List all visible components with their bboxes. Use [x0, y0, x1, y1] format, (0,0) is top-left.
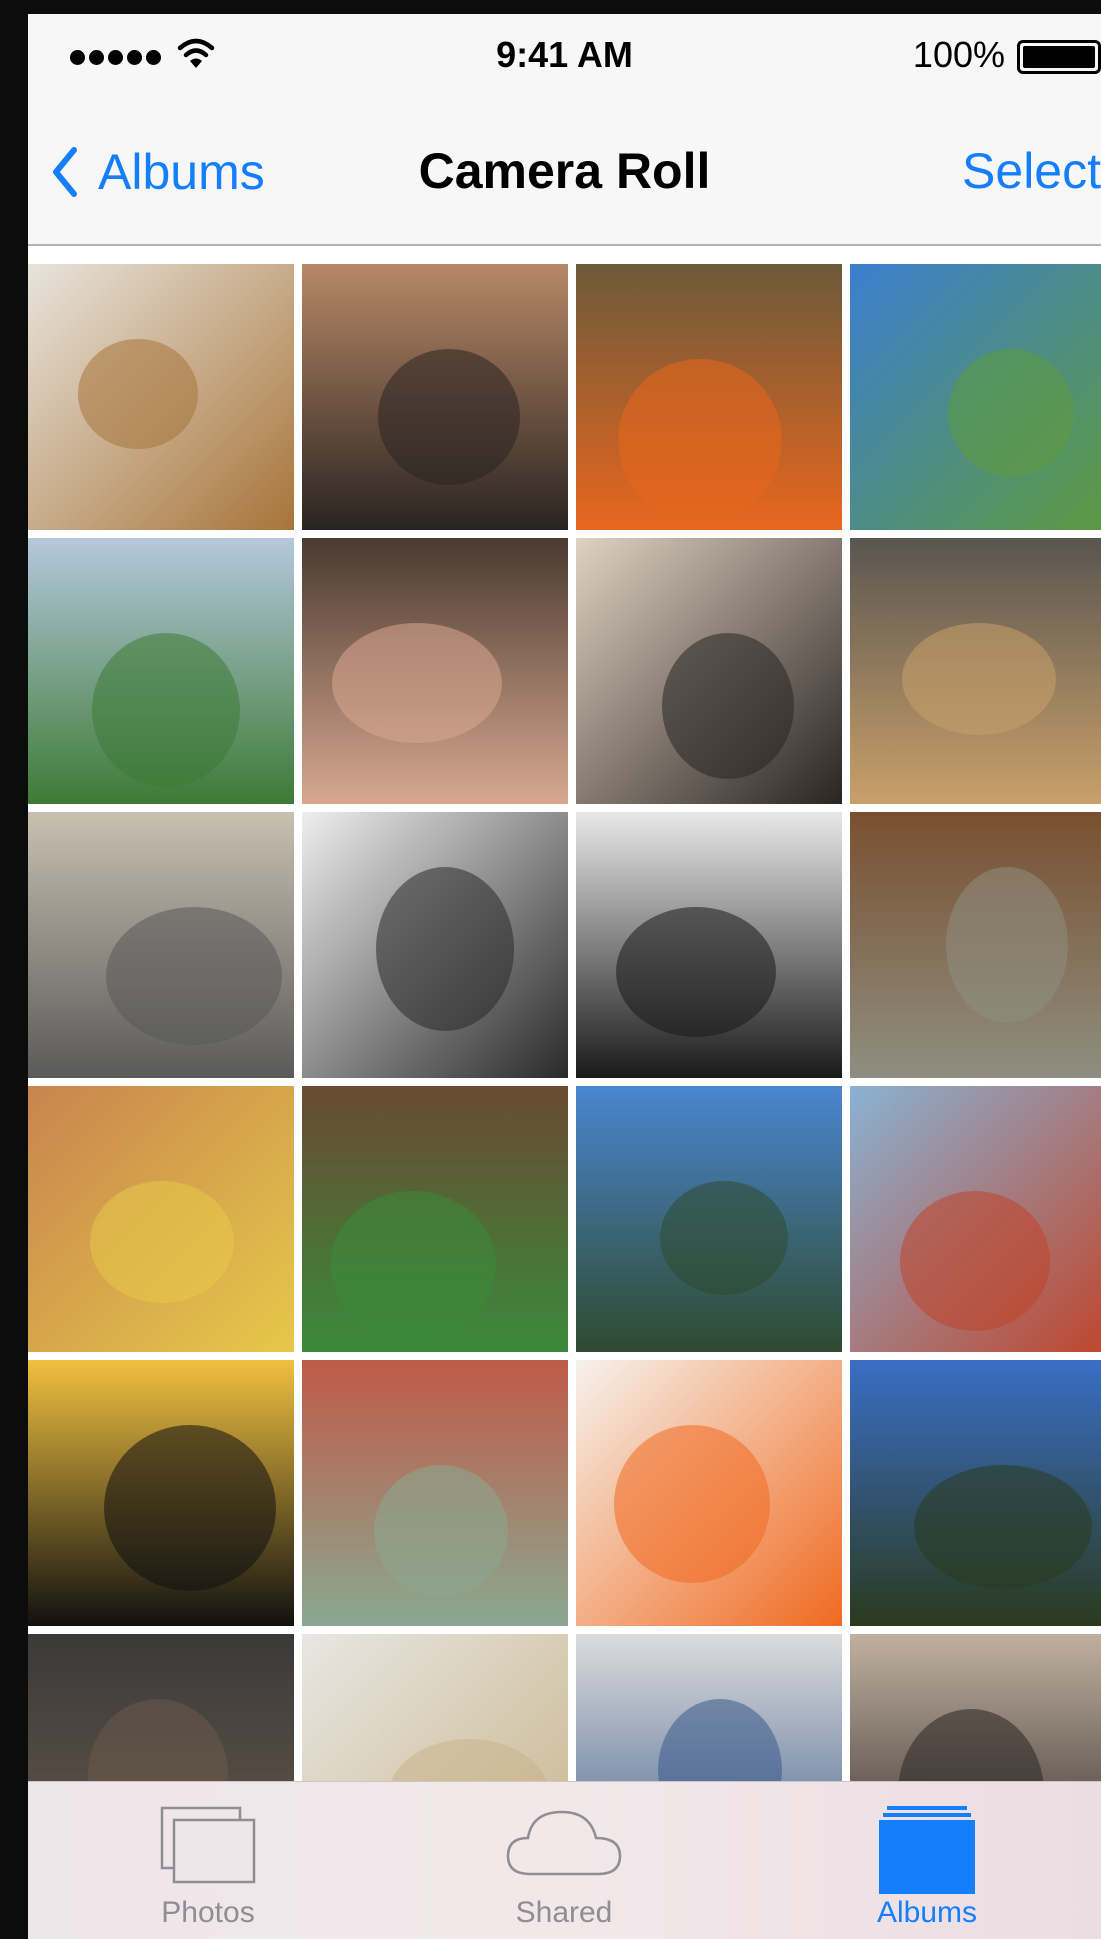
- photo-image: [28, 538, 294, 804]
- tab-bar: Photos Shared Albums: [28, 1781, 1101, 1939]
- photo-thumbnail[interactable]: [28, 1086, 294, 1352]
- photo-image: [576, 264, 842, 530]
- photo-thumbnail[interactable]: [302, 538, 568, 804]
- photo-image: [302, 264, 568, 530]
- photo-thumbnail[interactable]: [850, 812, 1101, 1078]
- photo-thumbnail[interactable]: [576, 1360, 842, 1626]
- photo-image: [576, 538, 842, 804]
- albums-icon: [879, 1806, 975, 1894]
- select-button[interactable]: Select: [962, 142, 1101, 200]
- photo-thumbnail[interactable]: [28, 812, 294, 1078]
- photo-image: [576, 1086, 842, 1352]
- photo-thumbnail[interactable]: [850, 1086, 1101, 1352]
- device-bezel-top: [0, 0, 1101, 14]
- back-button-label: Albums: [98, 144, 265, 200]
- photos-icon: [160, 1806, 256, 1884]
- screen: 9:41 AM 100% Albums Camera Roll Select P…: [28, 14, 1101, 1939]
- photo-image: [576, 1360, 842, 1626]
- device-bezel-left: [0, 0, 28, 1939]
- tab-photos[interactable]: Photos: [78, 1782, 338, 1939]
- back-button[interactable]: Albums: [50, 142, 265, 202]
- photo-image: [302, 538, 568, 804]
- photo-image: [28, 1360, 294, 1626]
- photo-thumbnail[interactable]: [302, 1086, 568, 1352]
- photo-image: [850, 538, 1101, 804]
- photo-thumbnail[interactable]: [302, 812, 568, 1078]
- photo-image: [302, 1086, 568, 1352]
- photo-thumbnail[interactable]: [576, 264, 842, 530]
- photo-image: [28, 264, 294, 530]
- photo-image: [28, 1086, 294, 1352]
- photo-thumbnail[interactable]: [28, 538, 294, 804]
- photo-thumbnail[interactable]: [576, 812, 842, 1078]
- photo-thumbnail[interactable]: [302, 1360, 568, 1626]
- photo-thumbnail[interactable]: [850, 538, 1101, 804]
- photo-image: [850, 1360, 1101, 1626]
- cloud-icon: [506, 1810, 622, 1876]
- photo-image: [850, 264, 1101, 530]
- tab-shared-label: Shared: [515, 1896, 613, 1929]
- photo-thumbnail[interactable]: [302, 264, 568, 530]
- photo-thumbnail[interactable]: [28, 264, 294, 530]
- photo-image: [302, 812, 568, 1078]
- navigation-bar: Albums Camera Roll Select: [28, 96, 1101, 246]
- battery-percentage: 100%: [912, 34, 1005, 75]
- battery-icon: [1017, 40, 1101, 74]
- photo-image: [576, 812, 842, 1078]
- photo-image: [850, 1086, 1101, 1352]
- tab-albums[interactable]: Albums: [797, 1782, 1057, 1939]
- tab-photos-label: Photos: [161, 1896, 255, 1929]
- chevron-left-icon: [53, 147, 77, 197]
- status-bar: 9:41 AM 100%: [28, 14, 1101, 96]
- tab-shared[interactable]: Shared: [434, 1782, 694, 1939]
- photo-thumbnail[interactable]: [576, 538, 842, 804]
- photo-image: [28, 812, 294, 1078]
- photo-image: [850, 812, 1101, 1078]
- photo-thumbnail[interactable]: [28, 1360, 294, 1626]
- photo-thumbnail[interactable]: [850, 1360, 1101, 1626]
- photo-thumbnail[interactable]: [850, 264, 1101, 530]
- tab-albums-label: Albums: [876, 1896, 978, 1929]
- photo-thumbnail[interactable]: [576, 1086, 842, 1352]
- photo-image: [302, 1360, 568, 1626]
